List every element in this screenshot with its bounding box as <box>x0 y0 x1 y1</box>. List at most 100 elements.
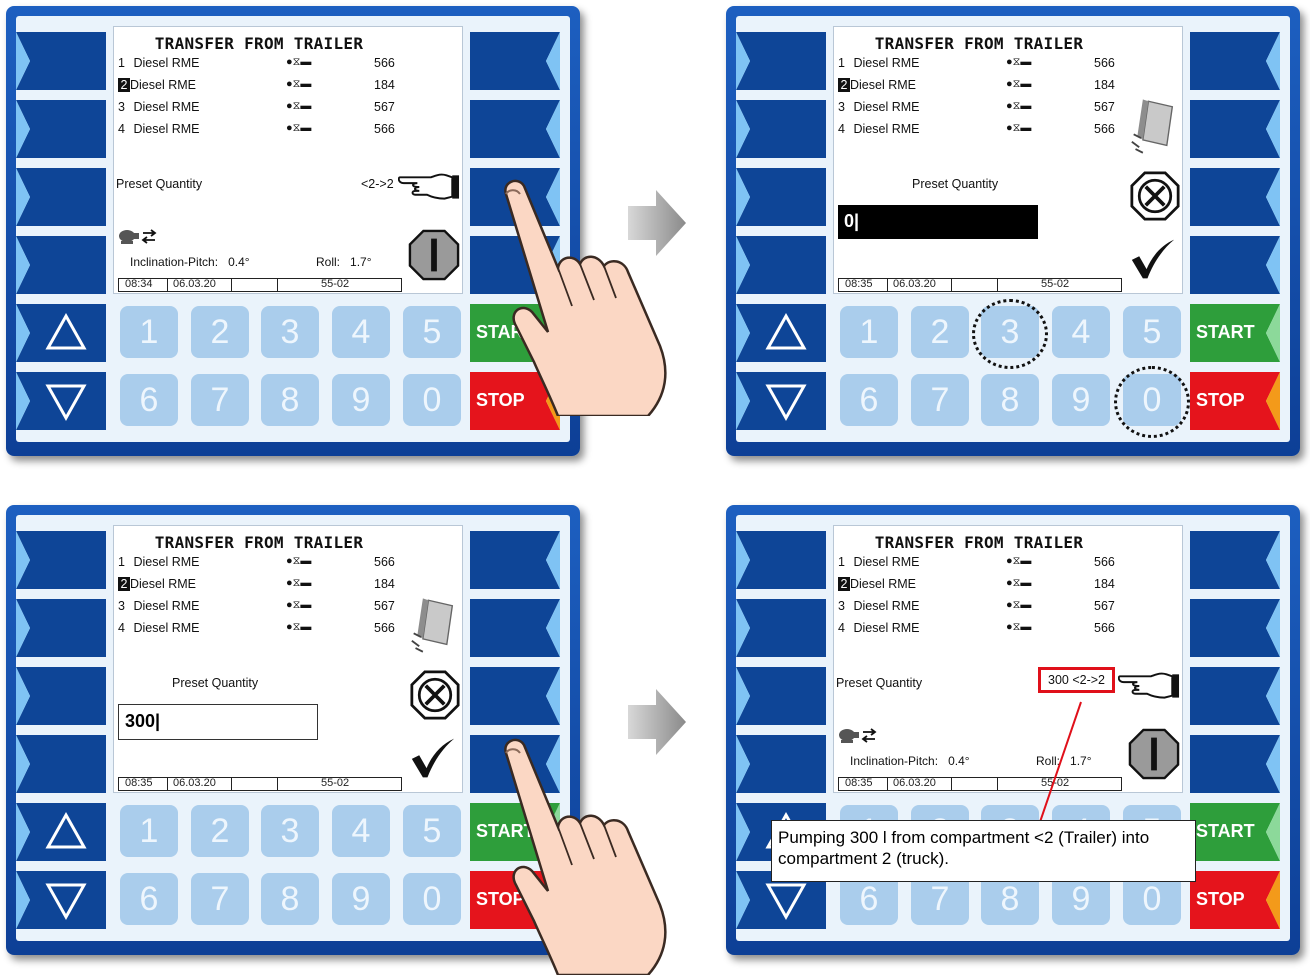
numkey-8[interactable]: 8 <box>261 374 319 426</box>
screen-title: TRANSFER FROM TRAILER <box>874 533 1084 552</box>
numkey-6[interactable]: 6 <box>120 873 178 925</box>
softkey-left-3[interactable] <box>16 667 106 725</box>
numkey-9[interactable]: 9 <box>332 873 390 925</box>
numkey-3[interactable]: 3 <box>261 306 319 358</box>
display-screen: TRANSFER FROM TRAILER 1 Diesel RME ●⧖▬ 566… <box>833 26 1183 294</box>
status-bar: 08:35 06.03.20 55-02 <box>118 777 402 791</box>
numkey-7[interactable]: 7 <box>911 374 969 426</box>
numkey-7[interactable]: 7 <box>191 374 249 426</box>
stop-button[interactable]: STOP <box>1190 871 1280 929</box>
confirm-check-icon[interactable] <box>410 736 456 780</box>
numkey-5[interactable]: 5 <box>403 805 461 857</box>
eraser-icon[interactable] <box>410 596 456 656</box>
highlight-circle-key-3 <box>972 299 1048 369</box>
numkey-2[interactable]: 2 <box>911 306 969 358</box>
screen-title: TRANSFER FROM TRAILER <box>154 533 364 552</box>
numkey-6[interactable]: 6 <box>840 374 898 426</box>
softkey-left-2[interactable] <box>736 599 826 657</box>
numkey-6[interactable]: 6 <box>120 374 178 426</box>
eraser-icon[interactable] <box>1130 97 1176 157</box>
arrow-down-button[interactable] <box>16 372 106 430</box>
arrow-up-button[interactable] <box>16 803 106 861</box>
display-screen: TRANSFER FROM TRAILER 1 Diesel RME ●⧖▬ 566… <box>113 525 463 793</box>
softkey-right-4[interactable] <box>1190 236 1280 294</box>
softkey-right-2[interactable] <box>1190 599 1280 657</box>
softkey-right-1[interactable] <box>1190 32 1280 90</box>
softkey-left-1[interactable] <box>16 531 106 589</box>
compartment-row: 2 Diesel RME ●⧖▬ 184 <box>838 577 1115 595</box>
softkey-right-3[interactable] <box>1190 168 1280 226</box>
compartment-row: 2 Diesel RME ●⧖▬ 184 <box>118 577 395 595</box>
softkey-left-4[interactable] <box>16 735 106 793</box>
softkey-left-3[interactable] <box>736 168 826 226</box>
compartment-row: 3 Diesel RME ●⧖▬ 567 <box>118 100 395 114</box>
numkey-1[interactable]: 1 <box>120 306 178 358</box>
arrow-down-button[interactable] <box>736 372 826 430</box>
softkey-right-2[interactable] <box>1190 100 1280 158</box>
softkey-left-4[interactable] <box>736 735 826 793</box>
softkey-right-3[interactable] <box>1190 667 1280 725</box>
product-status-icon: ●⧖▬ <box>286 577 312 589</box>
pump-status-icon <box>838 726 878 746</box>
softkey-left-4[interactable] <box>736 236 826 294</box>
numkey-7[interactable]: 7 <box>191 873 249 925</box>
softkey-right-2[interactable] <box>470 599 560 657</box>
terminal-panel-2: TRANSFER FROM TRAILER 1 Diesel RME ●⧖▬ 566… <box>726 6 1300 456</box>
softkey-left-3[interactable] <box>736 667 826 725</box>
numkey-4[interactable]: 4 <box>332 306 390 358</box>
step-arrow-icon <box>628 689 686 755</box>
compartment-row: 4 Diesel RME ●⧖▬ 566 <box>118 621 395 635</box>
softkey-right-2[interactable] <box>470 100 560 158</box>
softkey-left-2[interactable] <box>736 100 826 158</box>
softkey-left-3[interactable] <box>16 168 106 226</box>
softkey-left-1[interactable] <box>736 531 826 589</box>
arrow-down-button[interactable] <box>16 871 106 929</box>
softkey-left-1[interactable] <box>736 32 826 90</box>
numkey-4[interactable]: 4 <box>332 805 390 857</box>
softkey-right-1[interactable] <box>470 531 560 589</box>
numkey-4[interactable]: 4 <box>1052 306 1110 358</box>
compartment-row: 2 Diesel RME ●⧖▬ 184 <box>118 78 395 96</box>
step-arrow-icon <box>628 190 686 256</box>
product-status-icon: ●⧖▬ <box>1006 555 1032 567</box>
inclination-readout: Inclination-Pitch: 0.4° Roll: 1.7° <box>130 255 372 269</box>
on-off-icon[interactable] <box>1128 728 1180 780</box>
softkey-left-2[interactable] <box>16 100 106 158</box>
confirm-check-icon[interactable] <box>1130 237 1176 281</box>
numkey-1[interactable]: 1 <box>840 306 898 358</box>
quantity-input[interactable]: 300| <box>118 704 318 740</box>
numkey-1[interactable]: 1 <box>120 805 178 857</box>
numkey-3[interactable]: 3 <box>261 805 319 857</box>
annotation-callout: Pumping 300 l from compartment <2 (Trail… <box>771 820 1196 882</box>
softkey-left-1[interactable] <box>16 32 106 90</box>
numkey-5[interactable]: 5 <box>403 306 461 358</box>
numkey-2[interactable]: 2 <box>191 805 249 857</box>
preset-quantity-label: Preset Quantity <box>172 676 259 690</box>
numkey-0[interactable]: 0 <box>403 374 461 426</box>
numkey-9[interactable]: 9 <box>1052 374 1110 426</box>
pointing-hand-icon <box>398 169 460 203</box>
softkey-right-4[interactable] <box>1190 735 1280 793</box>
arrow-up-button[interactable] <box>736 304 826 362</box>
numkey-8[interactable]: 8 <box>261 873 319 925</box>
product-status-icon: ●⧖▬ <box>286 621 312 633</box>
softkey-right-1[interactable] <box>1190 531 1280 589</box>
cancel-icon[interactable] <box>1130 171 1180 221</box>
on-off-icon[interactable] <box>408 229 460 281</box>
numkey-8[interactable]: 8 <box>981 374 1039 426</box>
numkey-9[interactable]: 9 <box>332 374 390 426</box>
stop-button[interactable]: STOP <box>1190 372 1280 430</box>
numkey-0[interactable]: 0 <box>403 873 461 925</box>
softkey-left-4[interactable] <box>16 236 106 294</box>
start-button[interactable]: START <box>1190 803 1280 861</box>
softkey-right-1[interactable] <box>470 32 560 90</box>
softkey-left-2[interactable] <box>16 599 106 657</box>
quantity-input[interactable]: 0| <box>838 205 1038 239</box>
softkey-right-3[interactable] <box>470 667 560 725</box>
numkey-2[interactable]: 2 <box>191 306 249 358</box>
product-status-icon: ●⧖▬ <box>286 100 312 112</box>
numkey-5[interactable]: 5 <box>1123 306 1181 358</box>
arrow-up-button[interactable] <box>16 304 106 362</box>
cancel-icon[interactable] <box>410 670 460 720</box>
start-button[interactable]: START <box>1190 304 1280 362</box>
